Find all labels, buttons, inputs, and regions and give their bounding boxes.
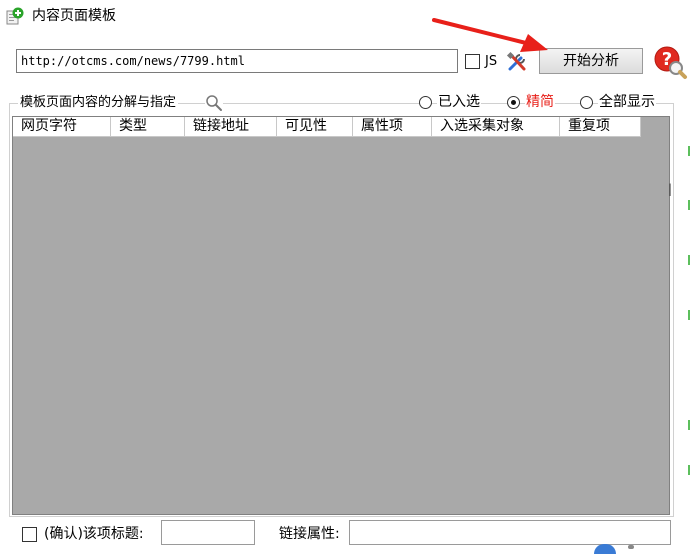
column-header-visibility[interactable]: 可见性 <box>277 117 353 137</box>
window-title: 内容页面模板 <box>32 8 116 24</box>
js-checkbox[interactable] <box>465 54 480 69</box>
link-attribute-label: 链接属性: <box>279 526 340 542</box>
table-header: 网页字符 类型 链接地址 可见性 属性项 入选采集对象 重复项 <box>13 117 641 137</box>
item-title-input[interactable] <box>161 520 255 545</box>
filter-all-label: 全部显示 <box>598 94 656 110</box>
column-header-page-chars[interactable]: 网页字符 <box>13 117 111 137</box>
template-add-icon <box>6 7 24 25</box>
filter-selected-label: 已入选 <box>437 94 481 110</box>
partial-status-icon <box>594 544 616 554</box>
tools-icon[interactable] <box>506 51 528 73</box>
column-header-link-url[interactable]: 链接地址 <box>185 117 277 137</box>
start-analysis-button[interactable]: 开始分析 <box>539 48 643 74</box>
url-input[interactable] <box>16 49 458 73</box>
confirm-title-label: (确认)该项标题: <box>44 526 144 542</box>
filter-selected-radio[interactable] <box>419 96 432 109</box>
column-header-collect-target[interactable]: 入选采集对象 <box>432 117 560 137</box>
column-header-attribute[interactable]: 属性项 <box>353 117 432 137</box>
js-label: JS <box>485 54 498 69</box>
link-attribute-input[interactable] <box>349 520 671 545</box>
column-header-type[interactable]: 类型 <box>111 117 185 137</box>
help-search-icon[interactable]: ? <box>652 44 688 80</box>
group-label: 模板页面内容的分解与指定 <box>18 95 179 111</box>
column-header-duplicates[interactable]: 重复项 <box>560 117 641 137</box>
filter-all-radio[interactable] <box>580 96 593 109</box>
partial-status-icon <box>628 545 634 549</box>
confirm-title-checkbox[interactable] <box>22 527 37 542</box>
filter-concise-label: 精简 <box>525 94 555 110</box>
elements-table[interactable] <box>12 116 670 515</box>
filter-concise-radio[interactable] <box>507 96 520 109</box>
magnifier-icon[interactable] <box>205 94 223 112</box>
edge-fragment: | <box>668 182 673 196</box>
